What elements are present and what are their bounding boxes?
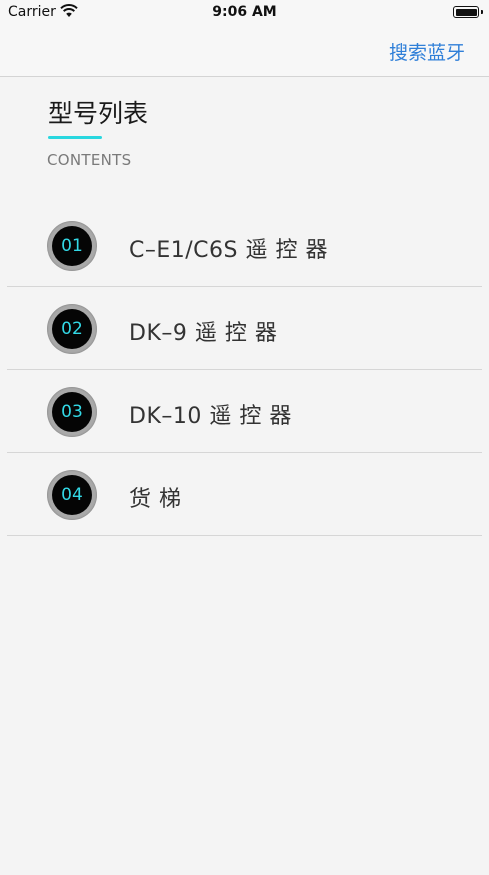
list-item[interactable]: 04 货 梯 [0,453,489,536]
list-item[interactable]: 03 DK–10 遥 控 器 [0,370,489,453]
status-bar: Carrier 9:06 AM [0,0,489,26]
number-badge: 01 [47,221,97,271]
item-label: DK–10 遥 控 器 [129,404,292,429]
item-label: C–E1/C6S 遥 控 器 [129,238,328,263]
navigation-bar: 搜索蓝牙 [0,26,489,77]
number-badge: 02 [47,304,97,354]
divider [7,535,482,536]
number-badge: 04 [47,470,97,520]
battery-icon [453,6,483,18]
badge-number: 02 [52,309,92,349]
number-badge: 03 [47,387,97,437]
title-underline [48,136,102,139]
item-label: DK–9 遥 控 器 [129,321,278,346]
item-label: 货 梯 [129,487,182,512]
badge-number: 03 [52,392,92,432]
badge-number: 04 [52,475,92,515]
clock: 9:06 AM [212,4,277,20]
search-bluetooth-button[interactable]: 搜索蓝牙 [389,38,465,65]
list-item[interactable]: 02 DK–9 遥 控 器 [0,287,489,370]
page-title: 型号列表 [48,99,149,128]
list-item[interactable]: 01 C–E1/C6S 遥 控 器 [0,204,489,287]
page-subtitle: CONTENTS [47,151,132,169]
model-list: 01 C–E1/C6S 遥 控 器 02 DK–9 遥 控 器 03 DK–10… [0,204,489,536]
badge-number: 01 [52,226,92,266]
